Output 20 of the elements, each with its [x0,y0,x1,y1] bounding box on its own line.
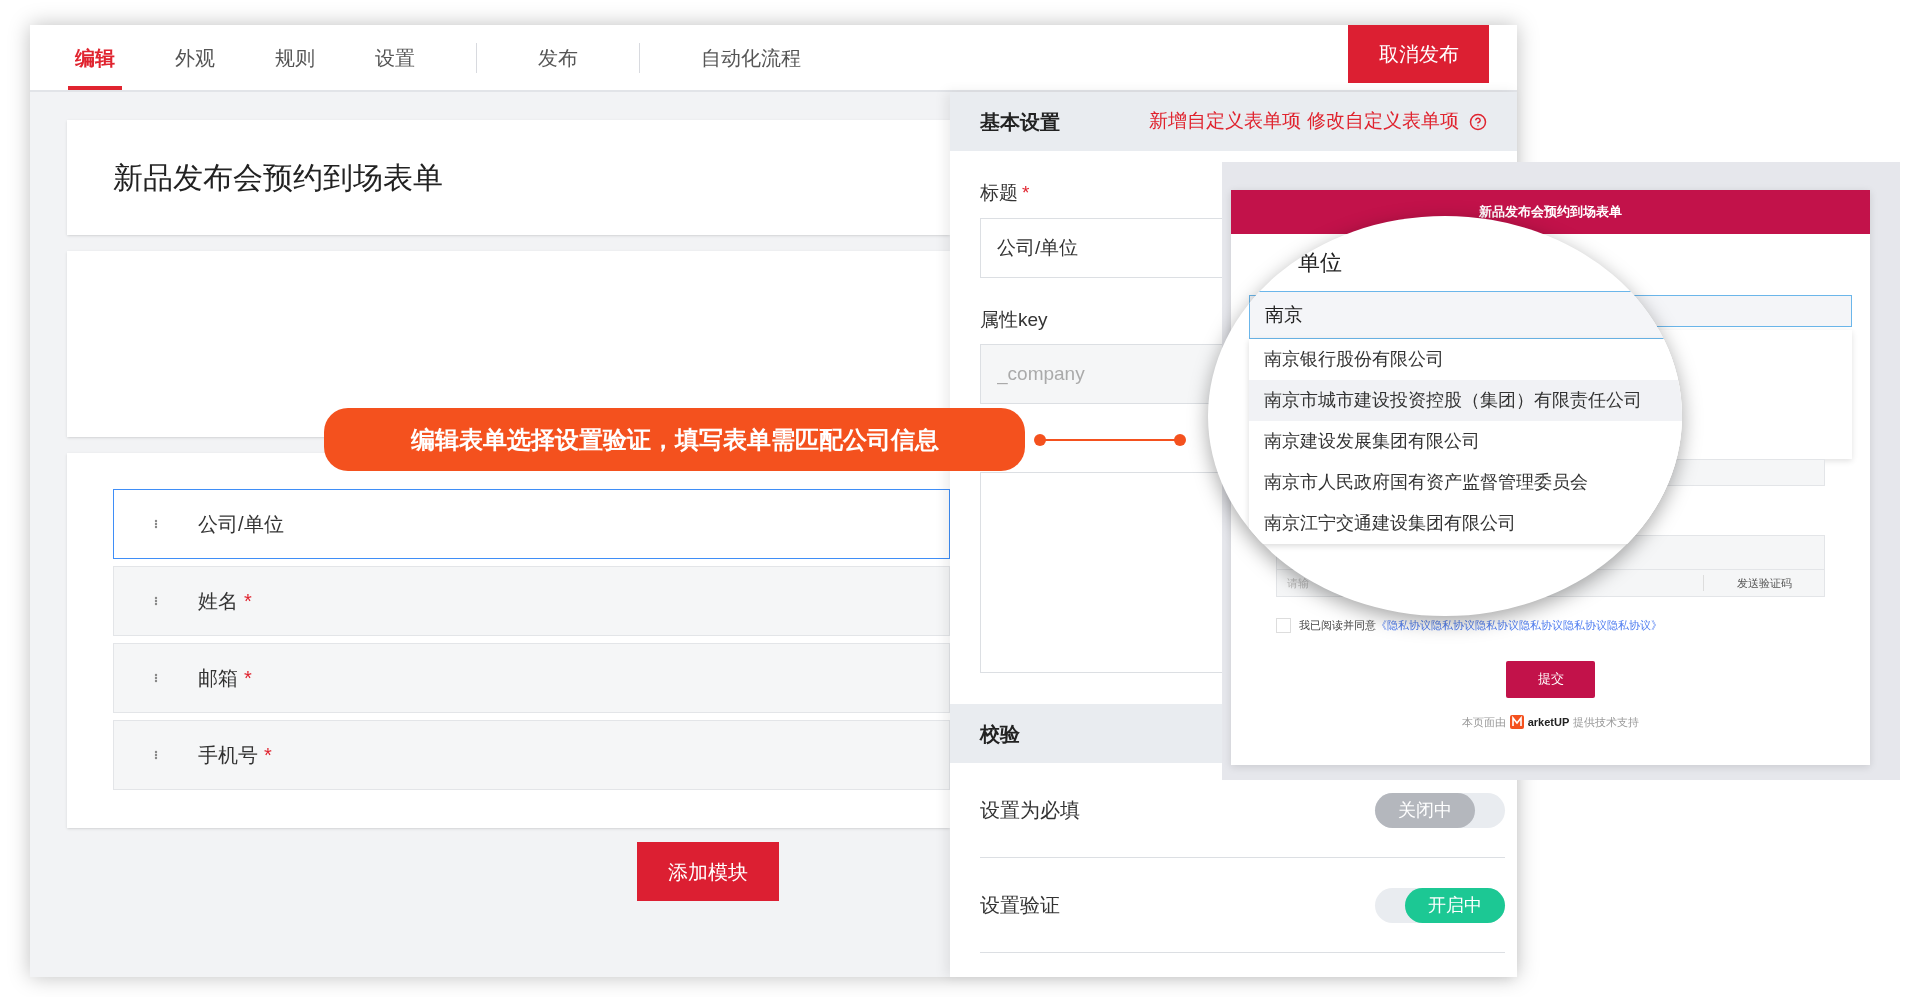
toggle-label: 设置为必填 [980,798,1080,823]
section-title: 基本设置 [980,109,1060,135]
key-label: 属性key [980,307,1048,332]
title-label: 标题 * [980,181,1030,205]
field-label: 单位 [1298,249,1343,277]
field-label: 公司/单位 [198,512,284,537]
field-label: 姓名 * [198,589,252,614]
footer-text: 本页面由 [1461,714,1506,730]
preview-title: 新品发布会预约到场表单 [1479,203,1622,222]
field-label: 手机号 * [198,743,272,768]
form-title: 新品发布会预约到场表单 [113,160,443,196]
toggle-label: 设置验证 [980,893,1060,918]
callout-tooltip: 编辑表单选择设置验证，填写表单需匹配公司信息 [324,408,1025,471]
toggle-knob: 开启中 [1405,887,1505,923]
section-title: 校验 [980,721,1020,747]
brand-name: arketUP [1527,714,1570,730]
agreement-text: 我已阅读并同意《隐私协议隐私协议隐私协议隐私协议隐私协议隐私协议》 [1299,618,1662,633]
field-label: 邮箱 * [198,666,252,691]
footer-text: 提供技术支持 [1573,714,1640,730]
toggle-knob: 关闭中 [1375,792,1475,828]
